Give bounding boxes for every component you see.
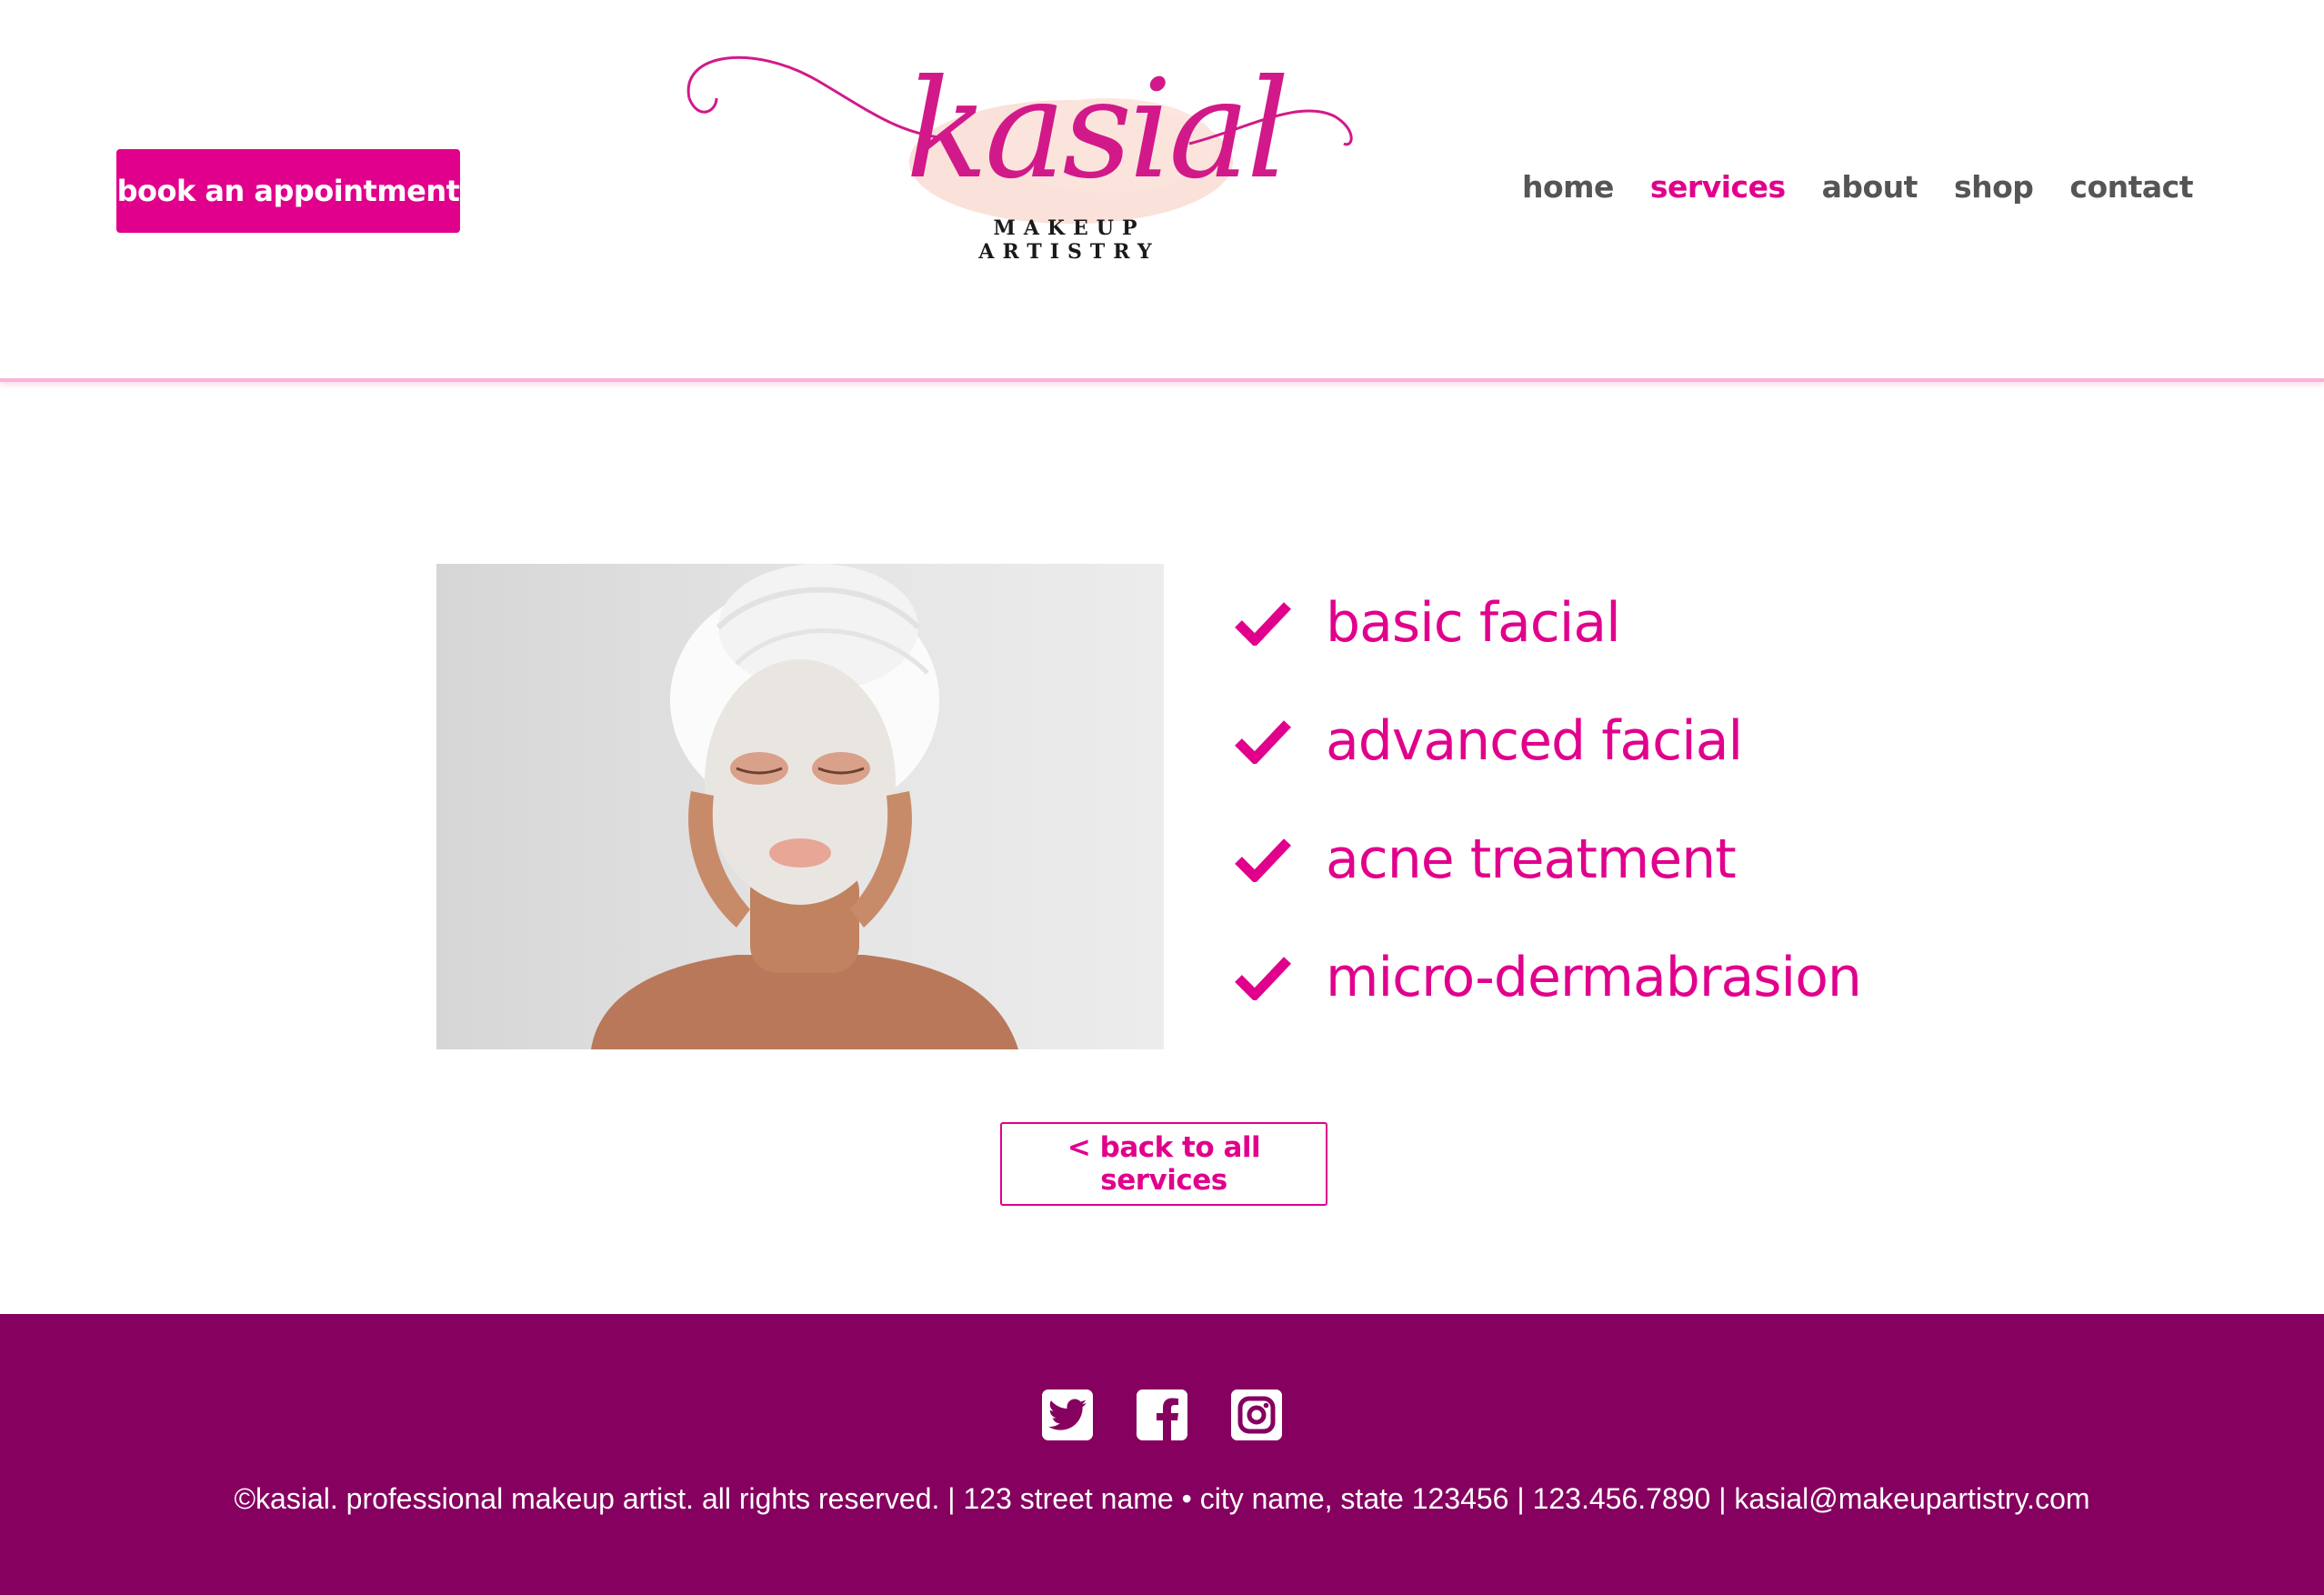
checkmark-icon (1235, 720, 1291, 764)
woman-with-facial-mask-photo (436, 564, 1164, 1049)
services-list: basic facial advanced facial acne treatm… (1235, 564, 2053, 1037)
nav-contact[interactable]: contact (2069, 169, 2193, 205)
site-header: book an appointment kasial MAKEUP ARTIST… (0, 0, 2324, 382)
service-label: basic facial (1326, 591, 1621, 655)
checkmark-icon (1235, 838, 1291, 882)
logo-wordmark: kasial (906, 51, 1290, 209)
instagram-icon[interactable] (1231, 1389, 1282, 1440)
site-footer: ©kasial. professional makeup artist. all… (0, 1314, 2324, 1595)
list-item: micro-dermabrasion (1235, 918, 2053, 1037)
list-item: acne treatment (1235, 800, 2053, 918)
nav-about[interactable]: about (1822, 169, 1918, 205)
back-to-services-button[interactable]: < back to all services (1000, 1122, 1327, 1206)
page: book an appointment kasial MAKEUP ARTIST… (0, 0, 2324, 1595)
service-label: acne treatment (1326, 828, 1737, 891)
logo-tagline: MAKEUP ARTISTRY (978, 216, 1160, 264)
facebook-icon[interactable] (1137, 1389, 1187, 1440)
main-nav: home services about shop contact (1522, 169, 2194, 205)
checkmark-icon (1235, 602, 1291, 646)
list-item: advanced facial (1235, 682, 2053, 800)
twitter-icon[interactable] (1042, 1389, 1093, 1440)
list-item: basic facial (1235, 564, 2053, 682)
footer-copyright: ©kasial. professional makeup artist. all… (234, 1482, 2090, 1515)
nav-home[interactable]: home (1522, 169, 1614, 205)
checkmark-icon (1235, 957, 1291, 1000)
nav-shop[interactable]: shop (1954, 169, 2034, 205)
book-appointment-button[interactable]: book an appointment (116, 149, 460, 233)
nav-services[interactable]: services (1650, 169, 1786, 205)
social-links (0, 1389, 2324, 1440)
service-label: micro-dermabrasion (1326, 946, 1862, 1009)
kasial-logo[interactable]: kasial MAKEUP ARTISTRY (680, 44, 1362, 280)
service-label: advanced facial (1326, 709, 1743, 773)
